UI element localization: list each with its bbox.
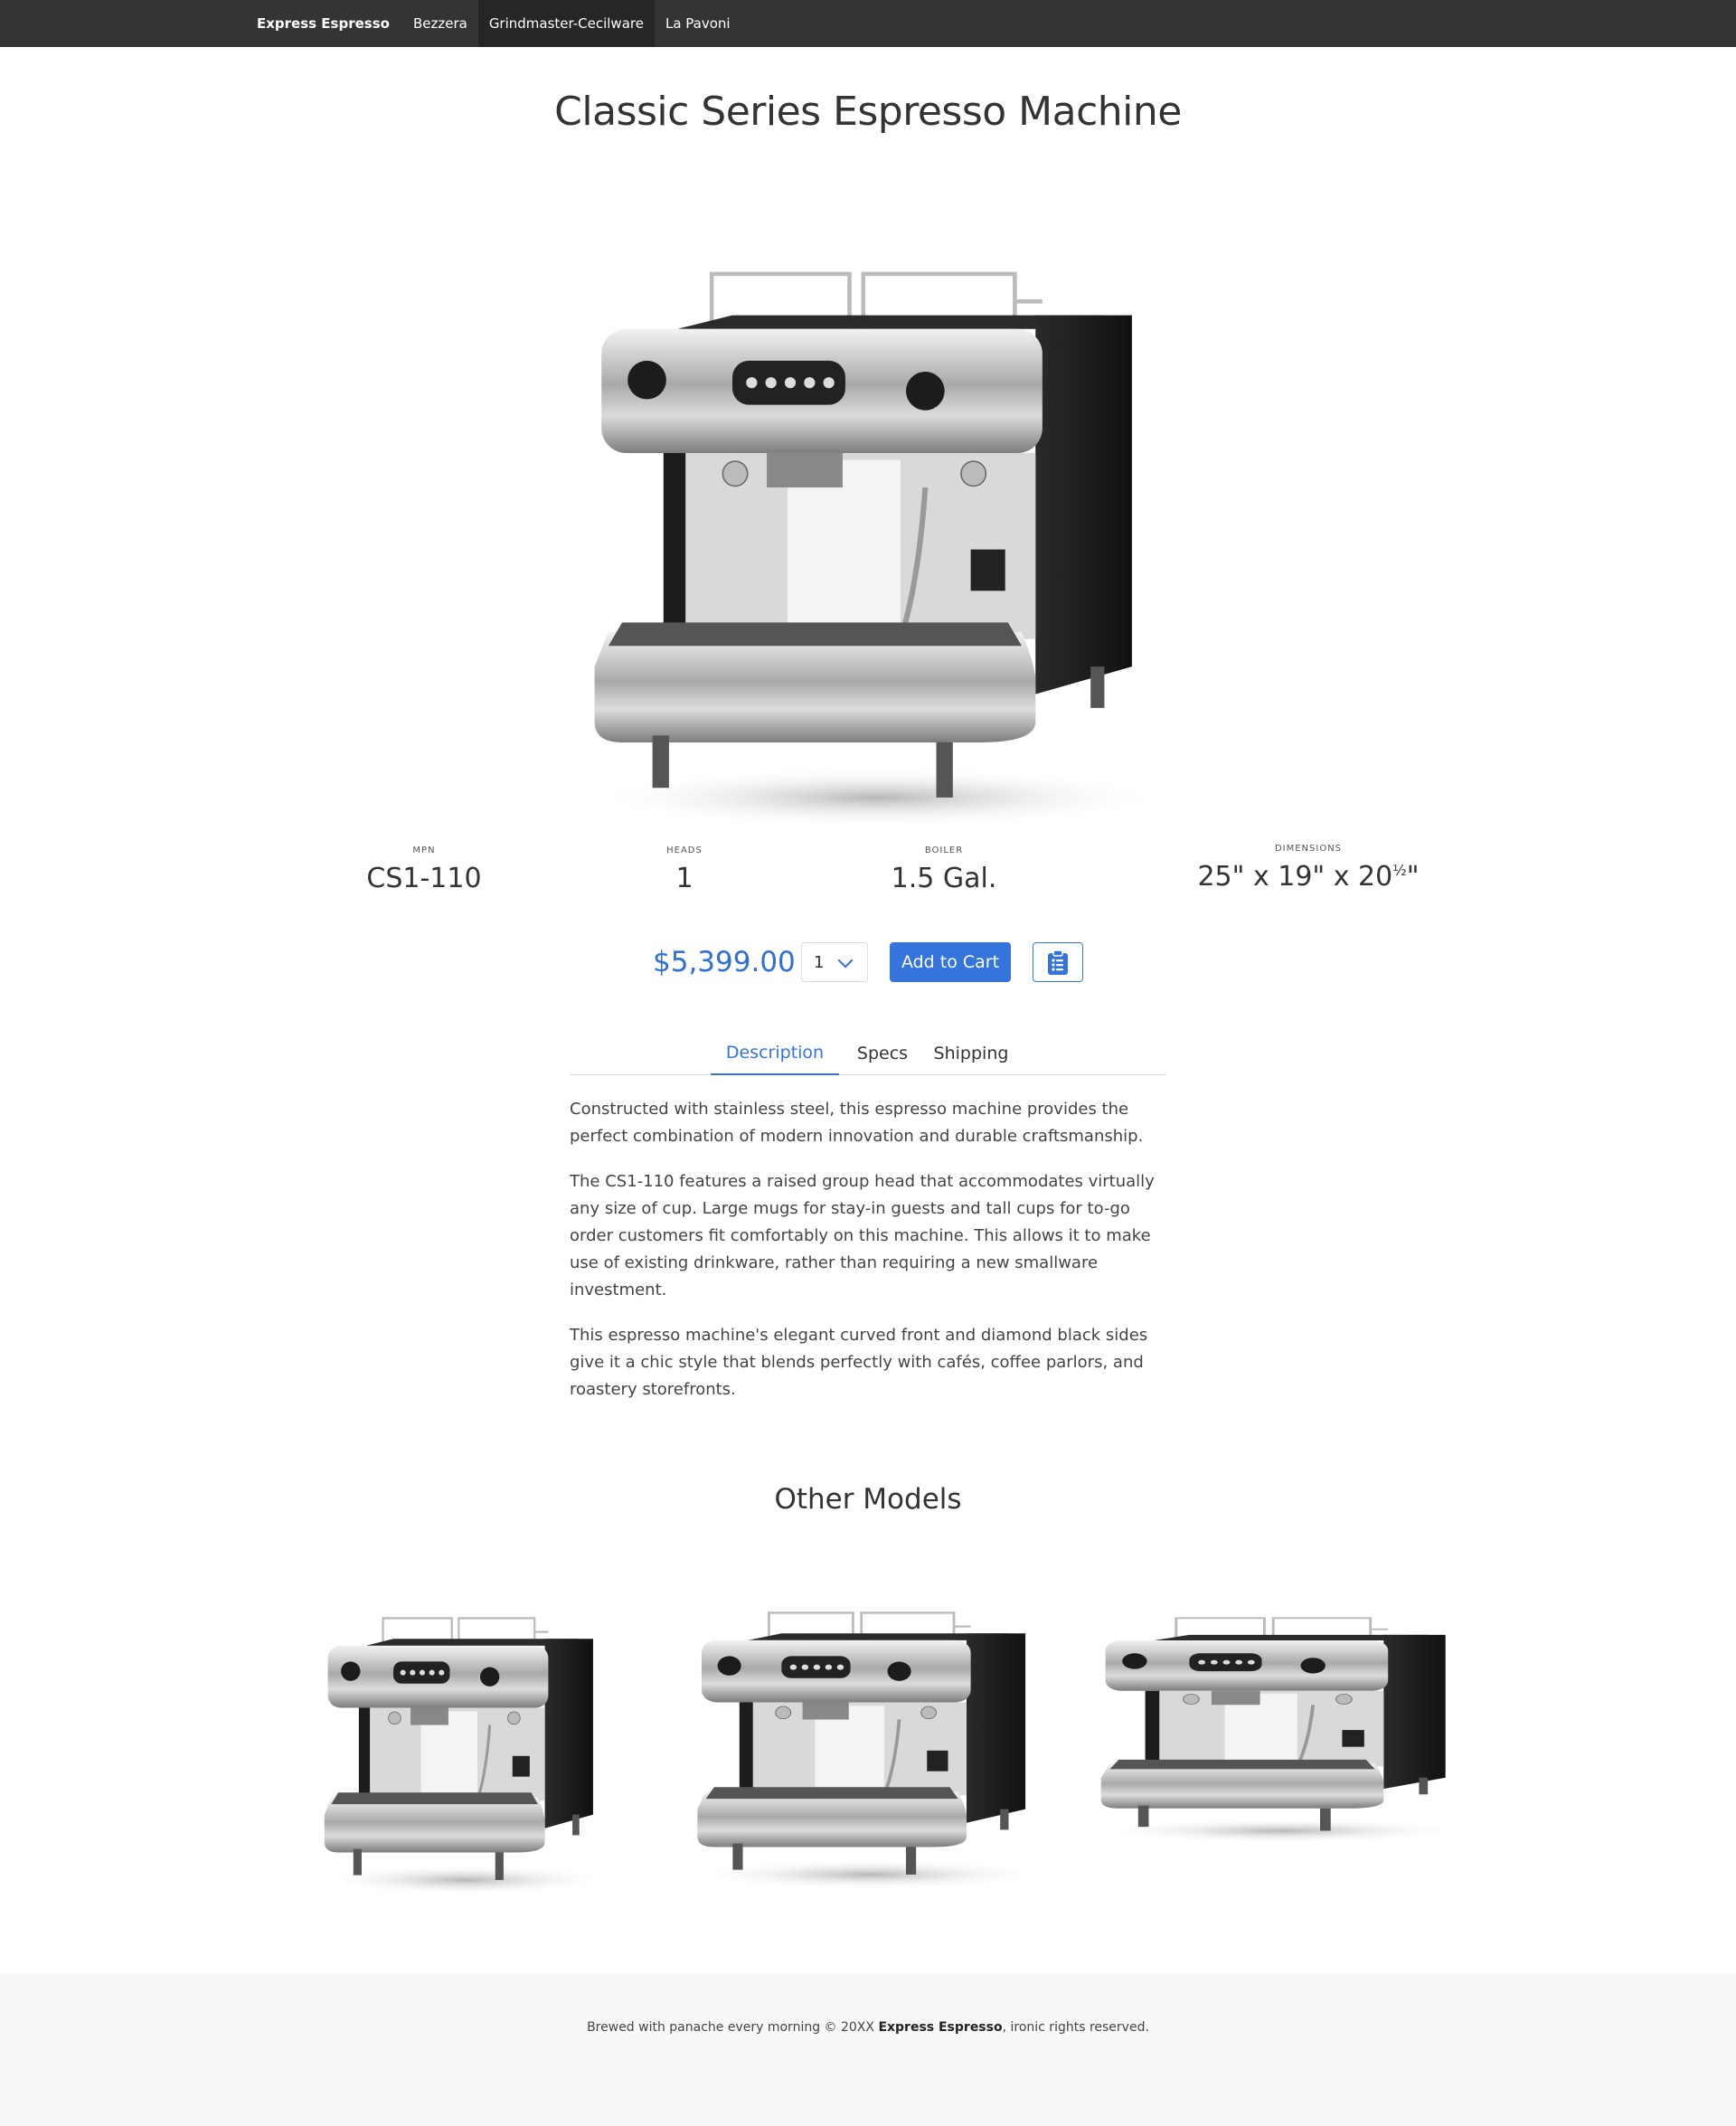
dimensions-suffix: " — [1406, 861, 1420, 893]
spec-mpn: MPN CS1-110 — [307, 846, 542, 894]
nav-links: Express Espresso Bezzera Grindmaster-Cec… — [246, 0, 741, 47]
spec-label: Boiler — [924, 846, 964, 855]
footer: Brewed with panache every morning © 20XX… — [0, 1973, 1736, 2126]
description-paragraph: This espresso machine's elegant curved f… — [570, 1326, 1148, 1399]
model-image — [689, 1602, 1051, 1892]
footer-prefix: Brewed with panache every morning © 20XX — [587, 2020, 879, 2035]
other-model-2[interactable] — [689, 1602, 1051, 1892]
nav-link-grindmaster-cecilware[interactable]: Grindmaster-Cecilware — [477, 0, 655, 47]
quantity-select[interactable]: 1 — [801, 942, 868, 982]
tab-specs[interactable]: Specs — [839, 1031, 926, 1075]
footer-text: Brewed with panache every morning © 20XX… — [0, 2020, 1736, 2035]
dimensions-fraction: ½ — [1392, 862, 1407, 879]
product-specs: MPN CS1-110 Heads 1 Boiler 1.5 Gal. Dime… — [307, 844, 1429, 909]
price: $5,399.00 — [653, 946, 796, 978]
spec-value: CS1-110 — [366, 863, 482, 894]
nav-link-la-pavoni[interactable]: La Pavoni — [655, 0, 741, 47]
page-title: Classic Series Espresso Machine — [554, 89, 1182, 135]
product-tabs: Description Specs Shipping — [570, 1031, 1166, 1075]
dimensions-main: 25" x 19" x 20 — [1197, 861, 1393, 893]
other-model-1[interactable] — [316, 1608, 615, 1897]
chevron-down-icon — [837, 952, 854, 969]
nav-link-bezzera[interactable]: Bezzera — [402, 0, 478, 47]
top-navbar: Express Espresso Bezzera Grindmaster-Cec… — [0, 0, 1736, 47]
model-image — [1092, 1610, 1472, 1845]
footer-brand: Express Espresso — [878, 2020, 1003, 2035]
spec-dimensions: Dimensions 25" x 19" x 20½" — [1155, 844, 1462, 893]
spec-label: Heads — [666, 846, 703, 855]
other-models-heading: Other Models — [774, 1483, 962, 1516]
clipboard-list-icon — [1048, 950, 1068, 975]
spec-value: 25" x 19" x 20½" — [1155, 861, 1462, 893]
spec-boiler: Boiler 1.5 Gal. — [826, 846, 1061, 894]
tab-description[interactable]: Description — [711, 1031, 839, 1075]
spec-label: MPN — [412, 846, 436, 855]
spec-heads: Heads 1 — [567, 846, 802, 894]
purchase-row: $5,399.00 1 Add to Cart — [0, 940, 1736, 984]
other-model-3[interactable] — [1092, 1610, 1472, 1845]
wishlist-button[interactable] — [1033, 942, 1083, 982]
product-image — [574, 253, 1180, 832]
quantity-value: 1 — [814, 952, 825, 972]
add-to-cart-button[interactable]: Add to Cart — [890, 942, 1011, 982]
nav-brand-link[interactable]: Express Espresso — [246, 0, 402, 47]
footer-suffix: , ironic rights reserved. — [1002, 2020, 1149, 2035]
spec-label: Dimensions — [1274, 844, 1343, 854]
espresso-machine-image — [574, 253, 1180, 832]
spec-value: 1 — [675, 863, 693, 894]
spec-value: 1.5 Gal. — [891, 863, 997, 894]
description-paragraph: The CS1-110 features a raised group head… — [570, 1172, 1155, 1299]
model-image — [316, 1608, 615, 1897]
description-panel: Constructed with stainless steel, this e… — [570, 1096, 1174, 1422]
tab-shipping[interactable]: Shipping — [926, 1031, 1016, 1075]
description-paragraph: Constructed with stainless steel, this e… — [570, 1100, 1144, 1146]
